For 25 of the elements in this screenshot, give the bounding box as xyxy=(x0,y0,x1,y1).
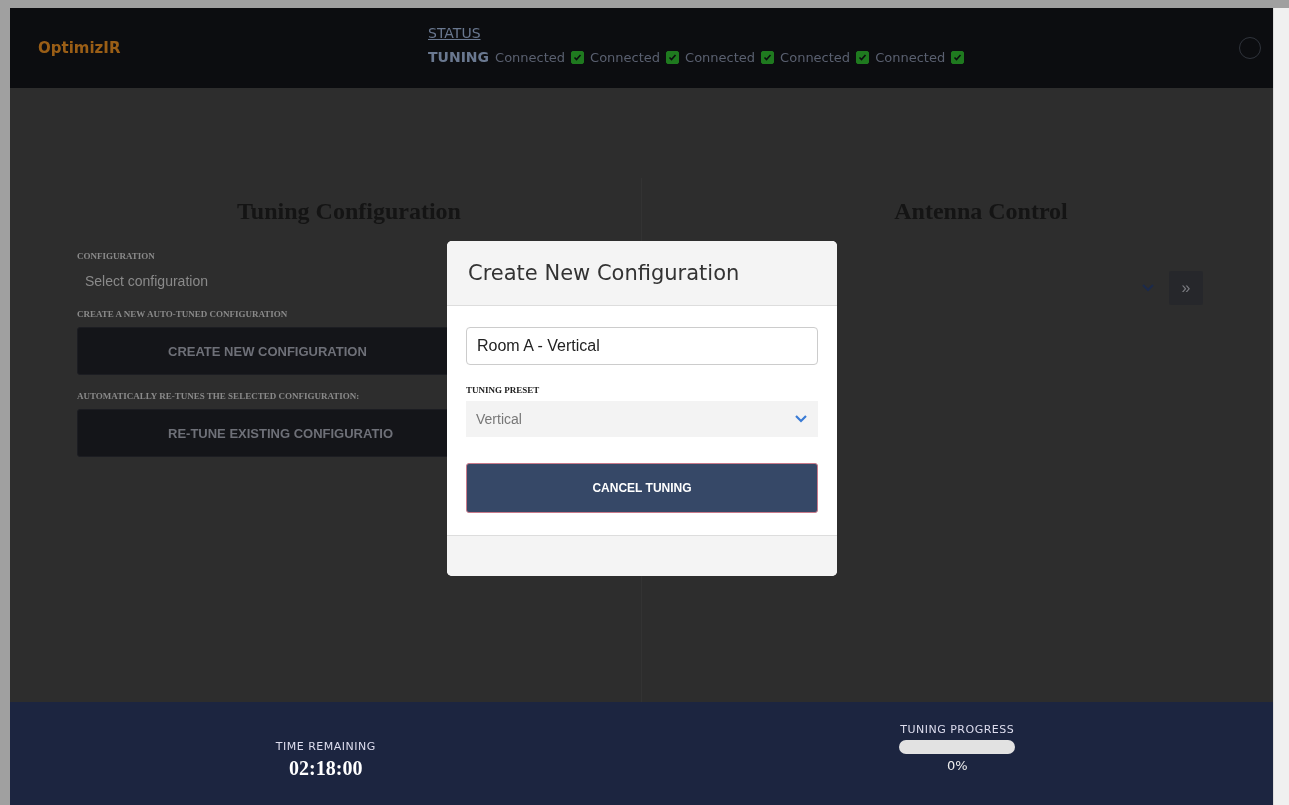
progress-percent: 0% xyxy=(946,757,968,773)
time-remaining-value: 02:18:00 xyxy=(289,756,363,780)
tuning-label: TUNING xyxy=(428,49,490,65)
connection-status: Connected xyxy=(590,49,661,65)
chevron-down-icon xyxy=(1141,283,1155,293)
logo: OptimizIR xyxy=(38,39,122,57)
connection-status: Connected xyxy=(875,49,946,65)
name-input[interactable]: Room A - Vertical xyxy=(466,327,818,365)
tuning-progress-label: TUNING PROGRESS xyxy=(900,722,1015,736)
scrollbar[interactable] xyxy=(1273,8,1289,805)
connection-status: Connected xyxy=(780,49,851,65)
field-label: CREATE A NEW AUTO-TUNED CONFIGURATION xyxy=(77,309,289,319)
cancel-tuning-button[interactable]: CANCEL TUNING xyxy=(466,463,818,513)
field-label: CONFIGURATION xyxy=(77,251,156,261)
time-remaining-label: TIME REMAINING xyxy=(275,739,376,753)
field-label: AUTOMATICALLY RE-TUNES THE SELECTED CONFIGURATION: xyxy=(77,391,361,401)
connection-status: Connected xyxy=(495,49,566,65)
go-button[interactable]: » xyxy=(1169,271,1203,305)
preset-select[interactable]: Vertical xyxy=(466,401,818,437)
field-label: TUNING PRESET xyxy=(466,385,541,395)
connection-status: Connected xyxy=(685,49,756,65)
chevron-down-icon xyxy=(794,414,808,424)
dialog-title: Create New Configuration xyxy=(468,261,740,285)
configuration-select[interactable]: Select configuration xyxy=(77,269,216,309)
status-link[interactable]: STATUS xyxy=(428,25,481,41)
